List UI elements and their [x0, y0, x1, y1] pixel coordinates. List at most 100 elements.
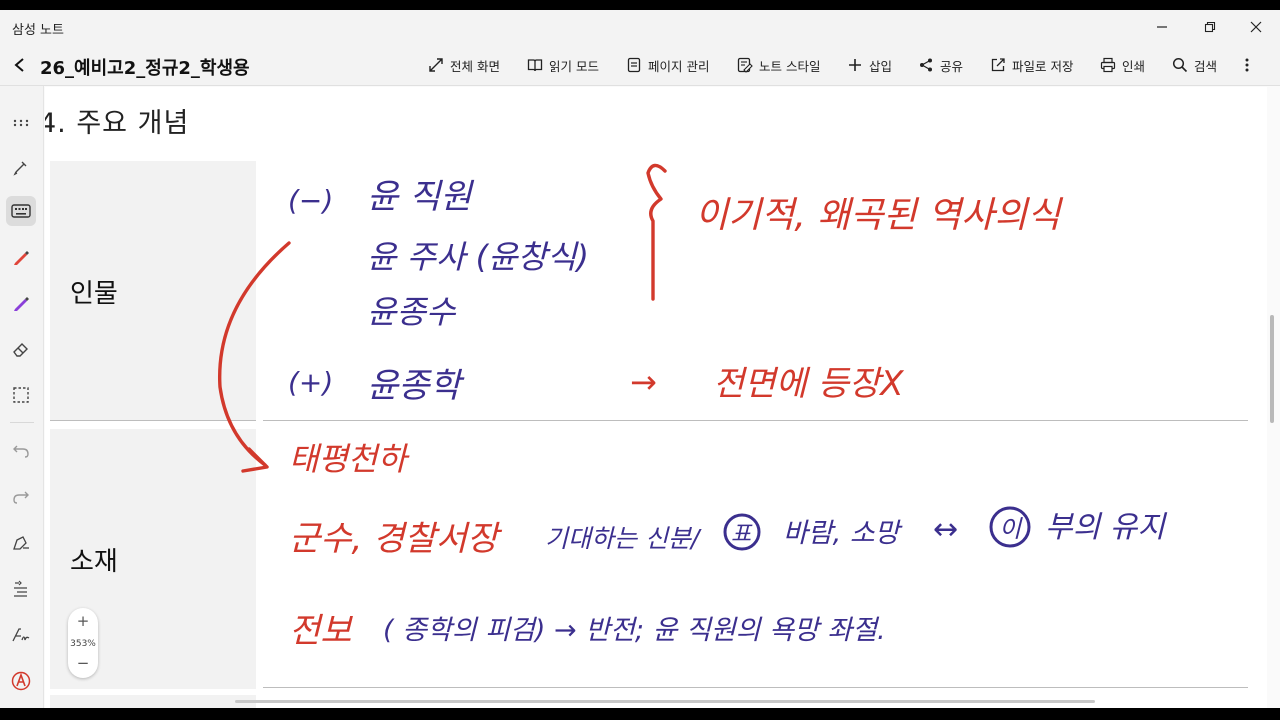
print-button[interactable]: 인쇄: [1100, 55, 1145, 75]
vertical-scrollbar[interactable]: [1270, 315, 1274, 423]
close-icon: [1250, 21, 1262, 33]
page-manage-button[interactable]: 페이지 관리: [626, 55, 709, 75]
search-label: 검색: [1194, 58, 1218, 74]
note-style-label: 노트 스타일: [759, 58, 821, 74]
ink-arrow-head: [241, 447, 269, 473]
redo-button[interactable]: [6, 482, 36, 512]
red-pen-icon: [14, 251, 29, 265]
ink-gunsu-note-2: 바람, 소망: [783, 518, 903, 549]
print-label: 인쇄: [1122, 58, 1146, 74]
undo-button[interactable]: [6, 436, 36, 466]
ink-title-taepyeong: 태평천하: [289, 440, 410, 478]
keyboard-tool-button[interactable]: [6, 196, 36, 226]
ink-arrow-symbol: →: [630, 363, 657, 401]
share-button[interactable]: 공유: [918, 55, 963, 75]
page-manage-label: 페이지 관리: [648, 58, 710, 74]
zoom-control: + 353% −: [68, 608, 98, 678]
restore-icon: [1204, 21, 1216, 33]
ink-jeonbo-note: ( 종학의 피검) → 반전; 윤 직원의 욕망 좌절.: [383, 615, 886, 646]
restore-button[interactable]: [1196, 16, 1224, 38]
pen-purple-button[interactable]: [6, 288, 36, 318]
note-style-icon: [737, 57, 753, 73]
save-file-button[interactable]: 파일로 저장: [990, 55, 1073, 75]
title-bar: 삼성 노트: [0, 10, 1280, 44]
ink-character-4: 윤종학: [367, 366, 465, 406]
ink-gunsu-note-1: 기대하는 신분/: [545, 524, 702, 553]
reading-mode-label: 읽기 모드: [549, 58, 599, 74]
ink-circle-1-text: 표: [731, 522, 753, 547]
shape-tool-button[interactable]: [6, 528, 36, 558]
expand-icon: [429, 58, 443, 72]
ink-character-2: 윤 주사 (윤창식): [367, 238, 589, 276]
undo-icon: [13, 445, 29, 458]
back-button[interactable]: [8, 53, 32, 77]
selection-hand-icon: [13, 161, 27, 176]
ink-double-arrow: ↔: [933, 512, 958, 547]
ink-plus-sign: (+): [288, 366, 333, 399]
text-style-button[interactable]: [6, 666, 36, 696]
ink-curved-arrow: [217, 241, 291, 467]
ink-gunsu-note-3: 부의 유지: [1045, 510, 1167, 545]
minimize-button[interactable]: [1148, 16, 1176, 38]
more-vertical-icon: [1245, 58, 1249, 72]
select-tool-button[interactable]: [6, 152, 36, 182]
note-style-button[interactable]: 노트 스타일: [737, 55, 820, 75]
handwriting-button[interactable]: [6, 620, 36, 650]
handwriting-icon: [12, 628, 30, 642]
rail-divider: [10, 422, 34, 423]
ink-gunsu: 군수, 경찰서장: [289, 519, 503, 559]
horizontal-scrollbar[interactable]: [235, 700, 1095, 703]
zoom-level: 353%: [70, 639, 96, 649]
zoom-in-button[interactable]: +: [68, 612, 98, 632]
save-file-label: 파일로 저장: [1012, 58, 1074, 74]
text-style-icon: [11, 671, 31, 691]
purple-pen-icon: [14, 297, 29, 311]
shape-pen-icon: [13, 536, 29, 550]
share-icon: [920, 58, 932, 72]
minimize-icon: [1157, 26, 1167, 28]
app-window: 삼성 노트 26_예비고2_정규2_학생용 전체 화면 읽기 모드 페이지 관리: [0, 10, 1280, 708]
redo-icon: [13, 491, 29, 504]
pen-red-button[interactable]: [6, 242, 36, 272]
text-lines-icon: [14, 580, 27, 597]
eraser-icon: [13, 343, 28, 357]
chevron-left-icon: [14, 58, 24, 72]
close-button[interactable]: [1242, 16, 1270, 38]
ink-curly-bracket: [646, 163, 667, 301]
ink-arrow-note: 전면에 등장X: [713, 364, 904, 404]
keyboard-icon: [11, 204, 31, 218]
page-icon: [627, 57, 641, 73]
printer-icon: [1100, 57, 1116, 73]
insert-button[interactable]: 삽입: [847, 55, 892, 75]
insert-label: 삽입: [869, 58, 893, 74]
rail-grip-button[interactable]: [6, 108, 36, 138]
ink-jeonbo: 전보: [289, 611, 353, 651]
search-icon: [1172, 57, 1188, 73]
dashed-select-icon: [13, 387, 29, 403]
ink-bracket-note: 이기적, 왜곡된 역사의식: [695, 195, 1063, 236]
ink-character-1: 윤 직원: [367, 177, 474, 217]
grip-dots-icon: [13, 119, 29, 127]
app-title: 삼성 노트: [12, 23, 64, 38]
eraser-button[interactable]: [6, 334, 36, 364]
zoom-out-button[interactable]: −: [68, 654, 98, 674]
ink-character-3: 윤종수: [367, 293, 457, 331]
book-icon: [527, 59, 543, 72]
ink-circle-2-text: 이: [999, 515, 1023, 543]
export-icon: [991, 58, 1005, 72]
fullscreen-label: 전체 화면: [450, 58, 500, 74]
tool-rail: [0, 86, 44, 708]
more-options-button[interactable]: [1244, 55, 1250, 75]
handwriting-layer: (−) 윤 직원 윤 주사 (윤창식) 윤종수 (+) 윤종학 이기적, 왜곡된…: [217, 163, 1167, 651]
share-label: 공유: [940, 58, 964, 74]
document-title: 26_예비고2_정규2_학생용: [40, 58, 250, 79]
ink-minus-sign: (−): [288, 184, 333, 217]
note-page[interactable]: 4. 주요 개념 인물 소재 (−) 윤 직원 윤 주사 (윤창식) 윤종수 (…: [45, 87, 1267, 708]
lasso-select-button[interactable]: [6, 380, 36, 410]
reading-mode-button[interactable]: 읽기 모드: [527, 55, 599, 75]
text-align-button[interactable]: [6, 574, 36, 604]
plus-icon: [849, 59, 861, 71]
search-button[interactable]: 검색: [1172, 55, 1217, 75]
toolbar: 26_예비고2_정규2_학생용 전체 화면 읽기 모드 페이지 관리 노트 스타…: [0, 44, 1280, 86]
fullscreen-button[interactable]: 전체 화면: [428, 55, 500, 75]
